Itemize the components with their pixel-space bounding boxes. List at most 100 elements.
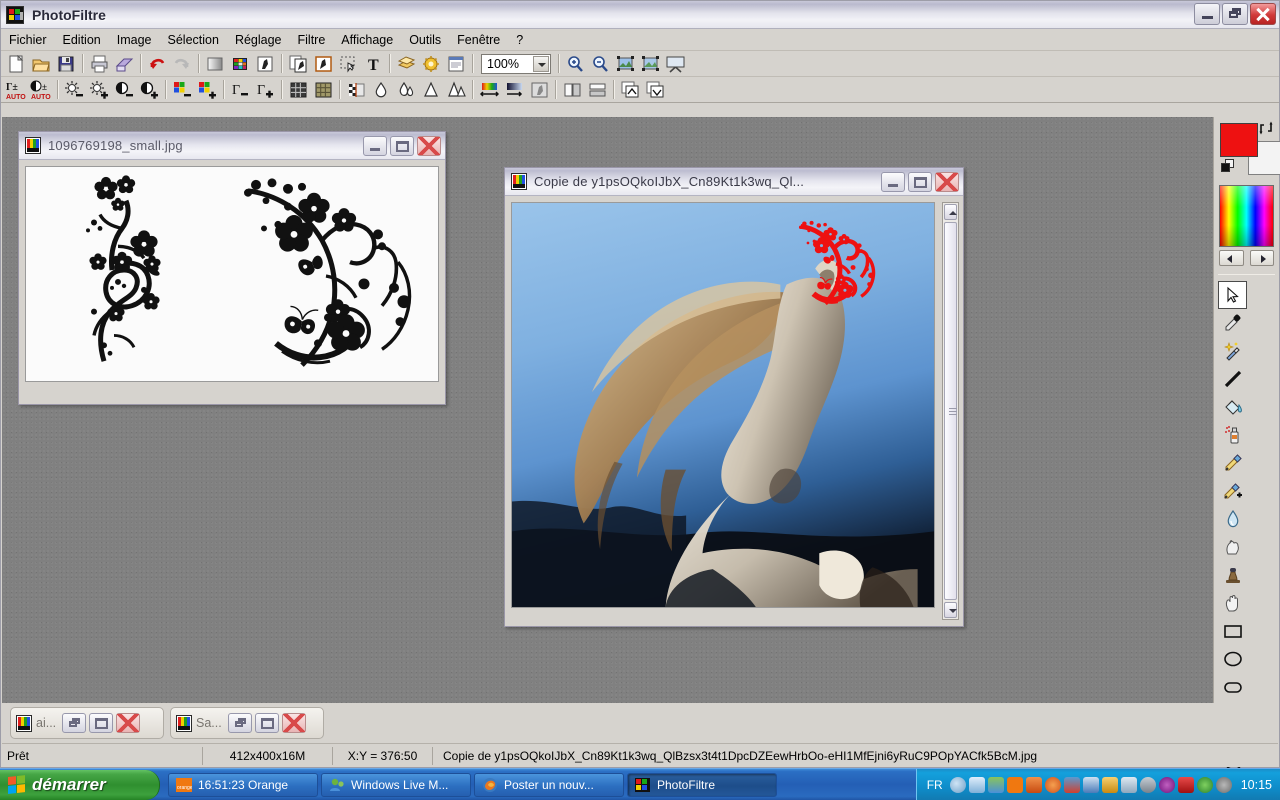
taskbar-item-photofiltre[interactable]: PhotoFiltre bbox=[627, 772, 777, 797]
start-button[interactable]: démarrer bbox=[0, 769, 160, 800]
menu-help[interactable]: ? bbox=[508, 31, 531, 49]
menu-selection[interactable]: Sélection bbox=[160, 31, 227, 49]
menu-reglage[interactable]: Réglage bbox=[227, 31, 290, 49]
taskbar-item-messenger[interactable]: Windows Live M... bbox=[321, 772, 471, 797]
water-drop-tool-icon[interactable] bbox=[1218, 505, 1247, 533]
restore-button[interactable] bbox=[1222, 3, 1248, 25]
doc-maximize-button[interactable] bbox=[908, 172, 932, 192]
flip-icon[interactable] bbox=[585, 78, 609, 101]
open-icon[interactable] bbox=[29, 52, 53, 75]
monitor-icon[interactable] bbox=[1120, 777, 1137, 793]
slideshow-icon[interactable] bbox=[663, 52, 687, 75]
paste-shape-icon[interactable] bbox=[311, 52, 335, 75]
tablet-icon[interactable] bbox=[968, 777, 985, 793]
rectangle-shape-icon[interactable] bbox=[1218, 617, 1247, 645]
gamma-plus-icon[interactable]: Γ bbox=[253, 78, 277, 101]
line-tool-icon[interactable] bbox=[1218, 365, 1247, 393]
default-colors-icon[interactable] bbox=[1221, 159, 1237, 173]
redo-icon[interactable] bbox=[170, 52, 194, 75]
close-button[interactable] bbox=[1250, 3, 1276, 25]
ellipse-shape-icon[interactable] bbox=[1218, 645, 1247, 673]
mask-effect-icon[interactable] bbox=[527, 78, 551, 101]
menu-edition[interactable]: Edition bbox=[55, 31, 109, 49]
gamma-minus-icon[interactable]: Γ bbox=[228, 78, 252, 101]
printer-icon[interactable] bbox=[1082, 777, 1099, 793]
full-image-icon[interactable] bbox=[638, 52, 662, 75]
layers-icon[interactable] bbox=[394, 52, 418, 75]
volume-muted-icon[interactable] bbox=[1139, 777, 1156, 793]
antivirus-icon[interactable] bbox=[1196, 777, 1213, 793]
orange-tray-icon[interactable] bbox=[1006, 777, 1023, 793]
blur-more-icon[interactable] bbox=[394, 78, 418, 101]
taskbar-clock[interactable]: 10:15 bbox=[1241, 778, 1272, 792]
menu-outils[interactable]: Outils bbox=[401, 31, 449, 49]
taskbar-item-firefox[interactable]: Poster un nouv... bbox=[474, 772, 624, 797]
show-desktop-icon[interactable] bbox=[949, 777, 966, 793]
network-icon[interactable] bbox=[1025, 777, 1042, 793]
mdi-maximize-button[interactable] bbox=[254, 713, 279, 733]
main-titlebar[interactable]: PhotoFiltre bbox=[1, 1, 1279, 29]
shield-icon[interactable] bbox=[1215, 777, 1232, 793]
gradient2-icon[interactable] bbox=[502, 78, 526, 101]
scanner-icon[interactable] bbox=[112, 52, 136, 75]
photo-error-icon[interactable] bbox=[1063, 777, 1080, 793]
zoom-out-icon[interactable] bbox=[588, 52, 612, 75]
doc-minimize-button[interactable] bbox=[881, 172, 905, 192]
doc-minimize-button[interactable] bbox=[363, 136, 387, 156]
auto-gamma-icon[interactable]: Γ± AUTO bbox=[4, 78, 28, 101]
mirror-icon[interactable] bbox=[560, 78, 584, 101]
arrow-tool-icon[interactable] bbox=[1218, 281, 1247, 309]
dither-icon[interactable] bbox=[286, 78, 310, 101]
ati-icon[interactable] bbox=[1177, 777, 1194, 793]
palette-prev-button[interactable] bbox=[1219, 250, 1244, 266]
menu-fichier[interactable]: Fichier bbox=[1, 31, 55, 49]
mdi-window-button-1[interactable]: ai... bbox=[10, 707, 164, 739]
brush-tool-icon[interactable] bbox=[1218, 449, 1247, 477]
gradient-icon[interactable] bbox=[477, 78, 501, 101]
texture-icon[interactable] bbox=[311, 78, 335, 101]
undo-icon[interactable] bbox=[145, 52, 169, 75]
palette-next-button[interactable] bbox=[1249, 250, 1274, 266]
rotate-right-icon[interactable] bbox=[643, 78, 667, 101]
text-icon[interactable]: T bbox=[361, 52, 385, 75]
mask-icon[interactable] bbox=[253, 52, 277, 75]
menu-filtre[interactable]: Filtre bbox=[290, 31, 334, 49]
rotate-left-icon[interactable] bbox=[618, 78, 642, 101]
swap-colors-icon[interactable] bbox=[1259, 121, 1273, 135]
grayscale-icon[interactable] bbox=[203, 52, 227, 75]
minimize-button[interactable] bbox=[1194, 3, 1220, 25]
color-ramp[interactable] bbox=[1219, 185, 1274, 247]
scroll-down-button[interactable] bbox=[944, 602, 957, 618]
selection-icon[interactable] bbox=[336, 52, 360, 75]
mdi-restore-button[interactable] bbox=[227, 713, 252, 733]
contrast-plus-icon[interactable] bbox=[137, 78, 161, 101]
module-icon[interactable] bbox=[444, 52, 468, 75]
effects-icon[interactable] bbox=[419, 52, 443, 75]
stamp-tool-icon[interactable] bbox=[1218, 561, 1247, 589]
image-canvas-horse[interactable] bbox=[511, 202, 935, 608]
print-icon[interactable] bbox=[87, 52, 111, 75]
eyedropper-tool-icon[interactable] bbox=[1218, 309, 1247, 337]
saturation-minus-icon[interactable] bbox=[170, 78, 194, 101]
save-icon[interactable] bbox=[54, 52, 78, 75]
copy-shape-icon[interactable] bbox=[286, 52, 310, 75]
doc-close-button[interactable] bbox=[935, 172, 959, 192]
zoom-combobox[interactable]: 100% bbox=[481, 53, 551, 74]
sharpen-more-icon[interactable] bbox=[444, 78, 468, 101]
saturation-plus-icon[interactable] bbox=[195, 78, 219, 101]
spray-tool-icon[interactable] bbox=[1218, 421, 1247, 449]
palette-icon[interactable] bbox=[228, 52, 252, 75]
brightness-plus-icon[interactable] bbox=[87, 78, 111, 101]
mdi-maximize-button[interactable] bbox=[89, 713, 114, 733]
image-canvas-floral[interactable] bbox=[25, 166, 439, 382]
update-icon[interactable] bbox=[1101, 777, 1118, 793]
blur-icon[interactable] bbox=[369, 78, 393, 101]
brightness-minus-icon[interactable] bbox=[62, 78, 86, 101]
mdi-window-button-2[interactable]: Sa... bbox=[170, 707, 324, 739]
document-titlebar[interactable]: 1096769198_small.jpg bbox=[19, 132, 445, 160]
document-window-floral[interactable]: 1096769198_small.jpg bbox=[18, 131, 446, 405]
mdi-restore-button[interactable] bbox=[62, 713, 87, 733]
vertical-scrollbar[interactable] bbox=[942, 202, 959, 620]
mdi-close-button[interactable] bbox=[281, 713, 306, 733]
brush-plus-tool-icon[interactable] bbox=[1218, 477, 1247, 505]
